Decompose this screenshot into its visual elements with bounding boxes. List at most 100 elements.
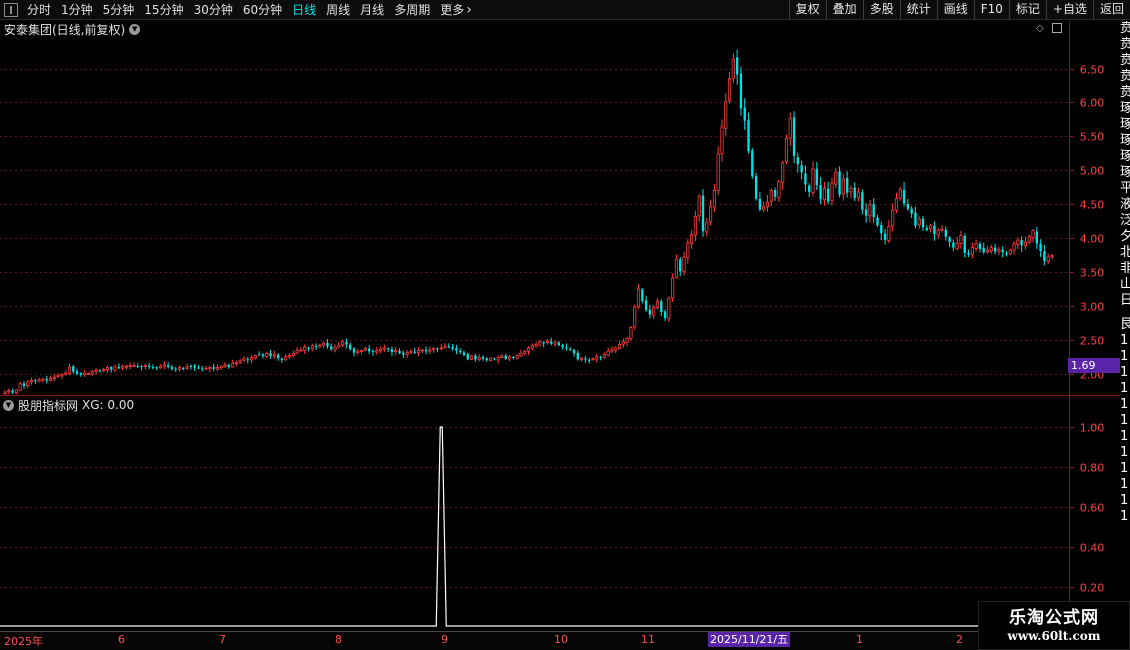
candle-body — [72, 366, 75, 372]
candle-body — [894, 198, 899, 211]
strip-char: 1 — [1120, 397, 1129, 412]
candle-body — [602, 354, 606, 358]
strip-char: 1 — [1120, 477, 1129, 492]
candle-body — [284, 356, 288, 361]
candle-body — [102, 369, 106, 372]
candle-body — [519, 352, 523, 357]
candle-body — [526, 347, 531, 352]
candle-body — [140, 366, 143, 368]
candle-body — [553, 342, 557, 345]
candle-body — [898, 188, 902, 199]
candle-body — [337, 344, 341, 348]
candle-body — [561, 345, 564, 348]
candle-body — [963, 235, 966, 253]
candle-body — [474, 355, 477, 360]
candle-body — [1027, 236, 1031, 243]
candle-body — [18, 383, 22, 391]
candle-body — [45, 378, 48, 381]
candle-body — [515, 354, 519, 359]
candle-body — [443, 345, 447, 348]
candle-body — [90, 371, 94, 374]
candle-body — [682, 256, 686, 272]
candle-body — [644, 300, 648, 310]
strip-char: 1 — [1120, 333, 1129, 348]
candle-body — [64, 372, 68, 375]
candle-body — [804, 173, 807, 185]
candle-body — [83, 372, 87, 376]
candle-body — [716, 153, 720, 191]
strip-char: 贲 — [1120, 69, 1130, 84]
candle-body — [595, 356, 599, 360]
candle-body — [781, 162, 785, 183]
candle-body — [868, 204, 872, 217]
candle-body — [60, 373, 64, 377]
candle-body — [827, 188, 830, 202]
candle-body — [709, 206, 713, 223]
candle-body — [921, 218, 925, 228]
strip-char: 琢 — [1120, 117, 1130, 132]
candle-body — [185, 366, 189, 369]
candle-body — [162, 364, 166, 367]
candle-body — [193, 365, 196, 368]
candle-body — [993, 247, 997, 252]
watermark-name: 乐淘公式网 — [1009, 608, 1099, 628]
candle-body — [367, 348, 371, 352]
candle-body — [944, 229, 947, 237]
candle-body — [174, 368, 177, 370]
candle-body — [14, 389, 18, 394]
candle-body — [959, 234, 963, 244]
candle-body — [219, 365, 223, 369]
candle-body — [660, 301, 663, 312]
candle-body — [318, 344, 322, 347]
date-tick-label: 7 — [219, 633, 226, 646]
strip-char: 山 — [1120, 277, 1130, 292]
strip-char: 1 — [1120, 381, 1129, 396]
candle-body — [914, 212, 917, 226]
candle-body — [371, 350, 375, 352]
candle-body — [136, 365, 139, 367]
strip-char: 琢 — [1120, 101, 1130, 116]
candle-body — [208, 367, 212, 370]
price-tick-label: 5.50 — [1080, 131, 1105, 144]
candle-body — [569, 349, 572, 351]
candle-body — [1012, 243, 1016, 251]
candle-body — [655, 300, 660, 309]
candle-body — [1020, 240, 1023, 246]
chevron-down-icon[interactable]: ▼ — [3, 399, 14, 411]
candle-body — [11, 390, 14, 393]
candle-body — [496, 356, 500, 361]
candle-body — [978, 243, 982, 249]
candle-body — [462, 352, 466, 355]
kline-chart[interactable]: 2.002.503.003.504.004.505.005.506.006.50… — [0, 0, 1130, 650]
candle-body — [105, 367, 109, 371]
candle-body — [182, 367, 185, 369]
candle-body — [500, 355, 504, 358]
watermark: 乐淘公式网 www.60lt.com — [978, 601, 1130, 650]
candle-body — [197, 367, 200, 369]
candle-body — [686, 242, 690, 258]
candle-body — [48, 378, 53, 381]
candle-body — [151, 367, 155, 369]
candle-body — [326, 342, 329, 347]
candle-body — [910, 208, 913, 214]
price-tick-label: 4.50 — [1080, 199, 1105, 212]
strip-char: 1 — [1120, 445, 1129, 460]
candle-body — [314, 346, 318, 348]
right-info-strip: 贲贲贲贲贲琢琢琢琢琢平液泛夕北非山日艮111111111111 — [1120, 21, 1130, 631]
strip-char: 贲 — [1120, 53, 1130, 68]
candle-body — [834, 171, 838, 185]
strip-char: 1 — [1120, 509, 1129, 524]
candle-body — [67, 366, 72, 374]
candle-body — [345, 342, 348, 345]
candle-body — [838, 171, 841, 195]
candle-body — [291, 352, 295, 357]
candle-body — [349, 344, 352, 350]
candle-body — [424, 349, 428, 352]
candle-body — [378, 348, 383, 352]
candle-body — [929, 225, 933, 230]
indicator-tick-label: 0.40 — [1080, 542, 1105, 555]
candle-body — [906, 204, 910, 209]
candle-body — [132, 365, 136, 367]
candle-body — [250, 356, 254, 361]
candle-body — [79, 373, 83, 376]
